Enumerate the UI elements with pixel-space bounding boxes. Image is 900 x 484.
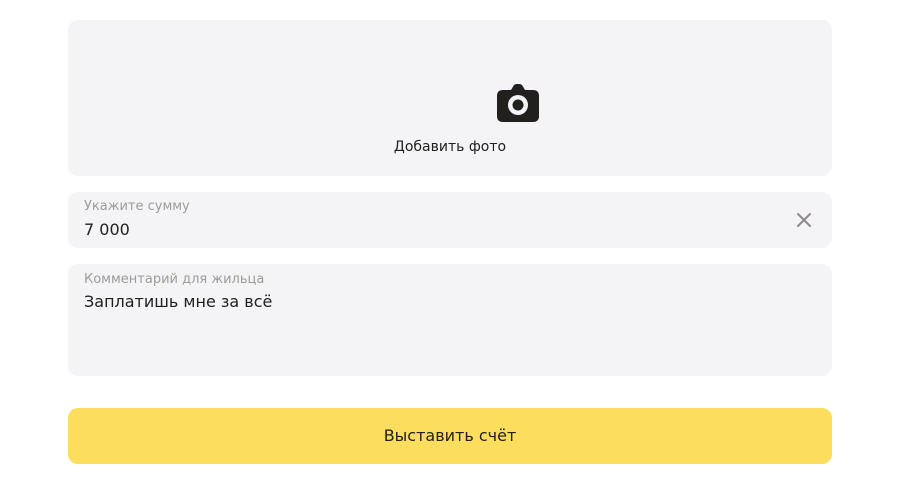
- amount-input[interactable]: 7 000: [84, 220, 130, 240]
- comment-field[interactable]: Комментарий для жильца Заплатишь мне за …: [68, 264, 832, 376]
- close-icon[interactable]: [796, 212, 812, 228]
- submit-invoice-button[interactable]: Выставить счёт: [68, 408, 832, 464]
- add-photo-area[interactable]: Добавить фото: [68, 20, 832, 176]
- camera-icon: [497, 84, 539, 122]
- add-photo-label: Добавить фото: [393, 139, 507, 155]
- comment-textarea[interactable]: Заплатишь мне за всё: [84, 292, 272, 312]
- amount-label: Укажите сумму: [84, 199, 190, 214]
- comment-label: Комментарий для жильца: [84, 272, 265, 287]
- amount-field[interactable]: Укажите сумму 7 000: [68, 192, 832, 248]
